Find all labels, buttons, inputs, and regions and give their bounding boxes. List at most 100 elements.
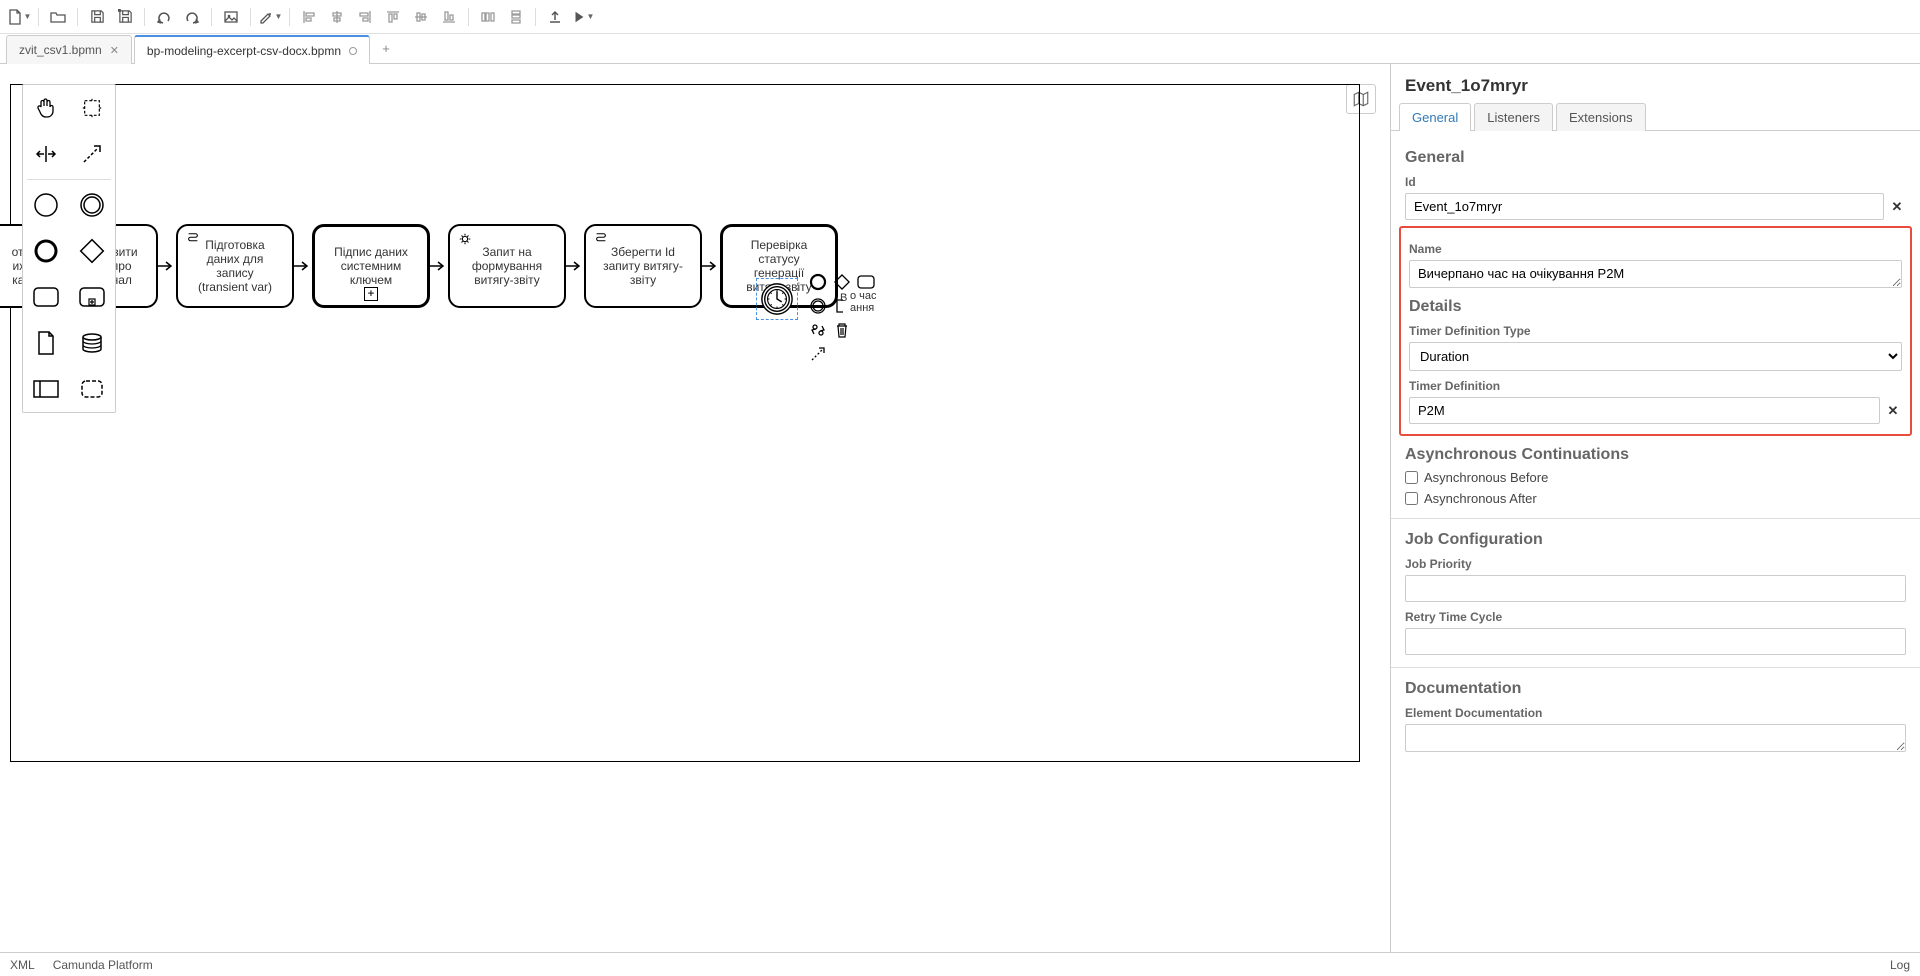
separator	[535, 8, 536, 26]
change-type-button[interactable]	[808, 320, 828, 340]
sequence-flow-arrow[interactable]	[430, 260, 448, 272]
align-center-button[interactable]	[324, 4, 350, 30]
properties-body: General Id ✕ Name Вичерпано час на очіку…	[1391, 131, 1920, 765]
canvas-area[interactable]: отов их д казу образити ані про рсонал П…	[0, 64, 1390, 952]
async-after-row[interactable]: Asynchronous After	[1405, 491, 1906, 506]
async-before-checkbox[interactable]	[1405, 471, 1418, 484]
deploy-button[interactable]	[542, 4, 568, 30]
timer-def-field[interactable]	[1409, 397, 1880, 424]
connect-button[interactable]	[808, 344, 828, 364]
open-file-button[interactable]	[45, 4, 71, 30]
id-field[interactable]	[1405, 193, 1884, 220]
retry-cycle-field[interactable]	[1405, 628, 1906, 655]
section-job-config: Job Configuration	[1405, 531, 1906, 549]
sequence-flow-arrow[interactable]	[158, 260, 176, 272]
status-bar: XML Camunda Platform Log	[0, 952, 1920, 976]
async-before-label: Asynchronous Before	[1424, 470, 1548, 485]
sequence-flow-arrow[interactable]	[566, 260, 584, 272]
append-end-event-button[interactable]	[808, 272, 828, 292]
align-top-button[interactable]	[380, 4, 406, 30]
hand-tool-button[interactable]	[23, 85, 69, 131]
align-right-button[interactable]	[352, 4, 378, 30]
distribute-v-button[interactable]	[503, 4, 529, 30]
script-task-icon	[186, 232, 200, 249]
separator	[289, 8, 290, 26]
separator	[38, 8, 39, 26]
pool-lane[interactable]	[10, 84, 1360, 762]
data-store-button[interactable]	[69, 320, 115, 366]
align-left-button[interactable]	[296, 4, 322, 30]
align-middle-button[interactable]	[408, 4, 434, 30]
lasso-tool-button[interactable]	[69, 85, 115, 131]
boundary-timer-event[interactable]	[760, 282, 794, 316]
task-text: даних для	[207, 252, 264, 266]
color-button[interactable]: ▼	[257, 4, 283, 30]
task-3-call-activity[interactable]: Підпис даних системним ключем +	[312, 224, 430, 308]
intermediate-event-button[interactable]	[69, 182, 115, 228]
divider	[1391, 518, 1920, 519]
section-details: Details	[1409, 298, 1902, 316]
status-log-button[interactable]: Log	[1890, 958, 1910, 972]
sequence-flow-arrow[interactable]	[702, 260, 720, 272]
properties-panel-toggle[interactable]: Properties Panel	[1390, 289, 1391, 399]
task-2[interactable]: Підготовка даних для запису (transient v…	[176, 224, 294, 308]
align-bottom-button[interactable]	[436, 4, 462, 30]
append-intermediate-event-button[interactable]	[808, 296, 828, 316]
async-before-row[interactable]: Asynchronous Before	[1405, 470, 1906, 485]
expand-marker-icon: +	[364, 287, 378, 301]
gateway-button[interactable]	[69, 228, 115, 274]
label-timer-def: Timer Definition	[1409, 379, 1902, 393]
label-name: Name	[1409, 242, 1902, 256]
save-button[interactable]	[84, 4, 110, 30]
redo-button[interactable]	[179, 4, 205, 30]
task-button[interactable]	[23, 274, 69, 320]
data-object-button[interactable]	[23, 320, 69, 366]
new-file-button[interactable]: ▼	[6, 4, 32, 30]
sequence-flow-arrow[interactable]	[294, 260, 312, 272]
task-text: ключем	[350, 273, 392, 287]
subprocess-button[interactable]	[69, 274, 115, 320]
append-gateway-button[interactable]	[832, 272, 852, 292]
task-text: Зберегти Id	[611, 245, 675, 259]
tab-general[interactable]: General	[1399, 103, 1471, 131]
image-button[interactable]	[218, 4, 244, 30]
timer-def-type-select[interactable]: Duration	[1409, 342, 1902, 371]
event-label-text: В о час ання	[850, 292, 877, 314]
end-event-button[interactable]	[23, 228, 69, 274]
connect-tool-button[interactable]	[69, 131, 115, 177]
start-event-button[interactable]	[23, 182, 69, 228]
label-job-priority: Job Priority	[1405, 557, 1906, 571]
save-all-button[interactable]	[112, 4, 138, 30]
delete-button[interactable]	[832, 320, 852, 340]
distribute-h-button[interactable]	[475, 4, 501, 30]
async-after-checkbox[interactable]	[1405, 492, 1418, 505]
undo-button[interactable]	[151, 4, 177, 30]
run-button[interactable]: ▼	[570, 4, 596, 30]
tab-label: bp-modeling-excerpt-csv-docx.bpmn	[147, 44, 341, 58]
append-task-button[interactable]	[856, 272, 876, 292]
highlighted-section: Name Вичерпано час на очікування P2M Det…	[1399, 226, 1912, 436]
name-field[interactable]: Вичерпано час на очікування P2M	[1409, 260, 1902, 288]
status-platform-button[interactable]: Camunda Platform	[53, 958, 153, 972]
task-text: Перевірка	[751, 238, 808, 252]
status-xml-button[interactable]: XML	[10, 958, 35, 972]
task-4[interactable]: Запит на формування витягу-звіту	[448, 224, 566, 308]
main-area: отов их д казу образити ані про рсонал П…	[0, 64, 1920, 952]
participant-button[interactable]	[23, 366, 69, 412]
element-doc-field[interactable]	[1405, 724, 1906, 752]
task-5[interactable]: Зберегти Id запиту витягу- звіту	[584, 224, 702, 308]
selection-outline	[756, 278, 798, 320]
add-tab-button[interactable]: +	[372, 34, 400, 63]
close-icon[interactable]: ✕	[110, 44, 119, 57]
job-priority-field[interactable]	[1405, 575, 1906, 602]
clear-id-button[interactable]: ✕	[1888, 199, 1906, 215]
tab-file-0[interactable]: zvit_csv1.bpmn✕	[6, 35, 132, 64]
group-button[interactable]	[69, 366, 115, 412]
clear-timer-def-button[interactable]: ✕	[1884, 403, 1902, 419]
task-text: звіту	[630, 273, 656, 287]
tab-listeners[interactable]: Listeners	[1474, 103, 1553, 131]
tab-file-1[interactable]: bp-modeling-excerpt-csv-docx.bpmn	[134, 35, 370, 64]
tab-extensions[interactable]: Extensions	[1556, 103, 1646, 131]
context-pad	[808, 272, 876, 364]
space-tool-button[interactable]	[23, 131, 69, 177]
